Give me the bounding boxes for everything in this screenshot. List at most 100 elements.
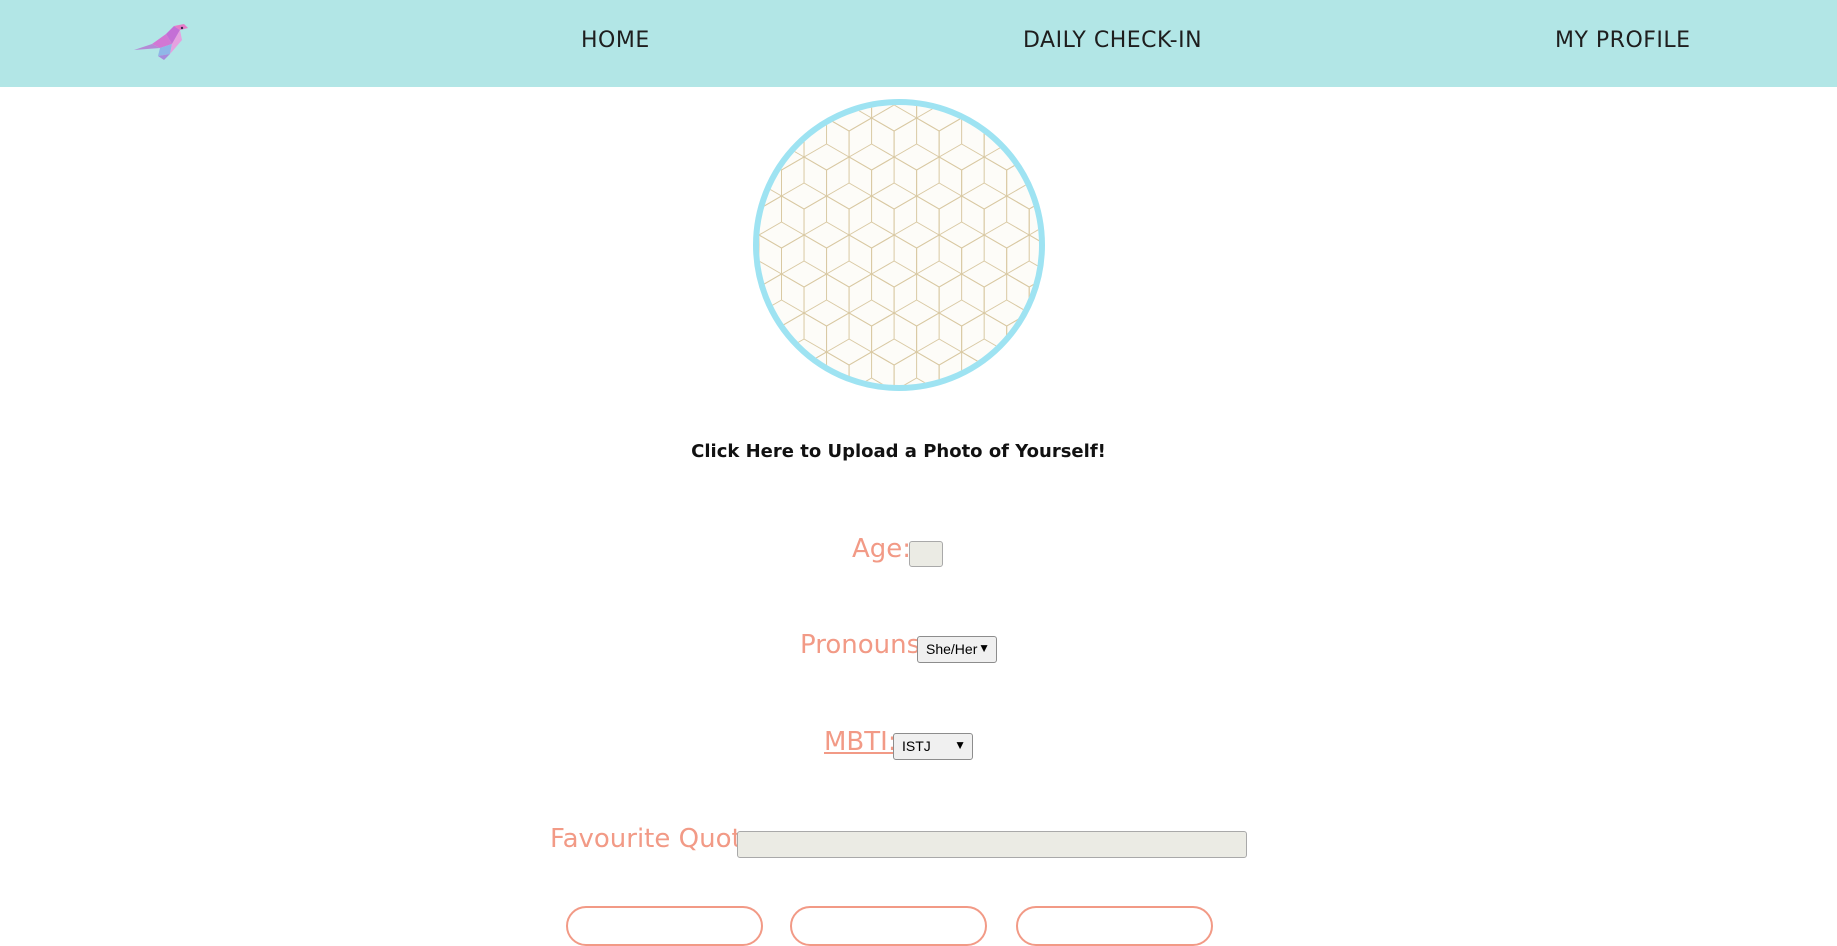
pattern-edge	[871, 143, 895, 158]
pattern-edge	[938, 299, 962, 314]
pattern-edge	[893, 260, 917, 275]
pattern-edge	[803, 299, 827, 314]
pattern-hexagon	[759, 351, 805, 385]
action-button-1[interactable]	[566, 906, 763, 946]
pattern-edge	[983, 182, 1007, 197]
pattern-edge	[848, 221, 872, 236]
pattern-edge	[983, 143, 1007, 158]
pattern-edge	[1028, 228, 1039, 236]
pattern-edge	[826, 143, 850, 158]
pattern-edge	[871, 299, 895, 314]
pattern-edge	[858, 377, 872, 385]
pattern-edge	[916, 182, 940, 197]
pattern-hexagon	[759, 117, 805, 171]
pattern-edge	[1006, 299, 1030, 314]
pattern-edge	[871, 260, 895, 275]
pattern-edge	[1006, 143, 1030, 158]
pronouns-selected-value: She/Her	[926, 641, 978, 657]
pattern-edge	[916, 105, 940, 119]
pattern-edge	[916, 338, 940, 353]
action-button-2[interactable]	[790, 906, 987, 946]
pattern-hexagon	[759, 312, 783, 366]
pattern-edge	[983, 338, 1007, 353]
pattern-hexagon	[1006, 234, 1039, 288]
pattern-hexagon	[759, 105, 783, 132]
pattern-edge	[781, 221, 805, 236]
pattern-edge	[759, 182, 782, 197]
pattern-edge	[848, 299, 872, 314]
pattern-edge	[938, 143, 962, 158]
pattern-edge	[893, 338, 917, 353]
pattern-edge	[961, 260, 985, 275]
pattern-edge	[848, 143, 872, 158]
age-input[interactable]	[909, 541, 943, 567]
pattern-edge	[871, 182, 895, 197]
pattern-edge	[961, 221, 985, 236]
pattern-edge	[848, 105, 872, 119]
pattern-hexagon	[871, 105, 918, 132]
pattern-edge	[1006, 338, 1030, 353]
upload-photo-link[interactable]: Click Here to Upload a Photo of Yourself…	[0, 441, 1797, 462]
pattern-edge	[916, 143, 940, 158]
pattern-edge	[1038, 384, 1039, 385]
pattern-edge	[893, 143, 917, 158]
pronouns-select[interactable]: She/Her ▼	[917, 636, 997, 663]
pronouns-label: Pronouns:	[800, 630, 929, 660]
pattern-edge	[938, 182, 962, 197]
pattern-edge	[983, 260, 1007, 275]
pattern-edge	[781, 377, 795, 385]
pattern-edge	[1028, 306, 1039, 314]
pattern-edge	[826, 260, 850, 275]
nav-daily-check-in-link[interactable]: DAILY CHECK-IN	[1023, 28, 1202, 53]
pattern-edge	[803, 338, 827, 353]
pattern-hexagon	[983, 117, 1030, 171]
favourite-quote-label: Favourite Quote:	[550, 824, 767, 854]
pattern-edge	[961, 338, 985, 353]
pattern-edge	[759, 338, 782, 353]
age-label: Age:	[852, 534, 912, 564]
pattern-edge	[803, 221, 827, 236]
mbti-link-label[interactable]: MBTI:	[824, 727, 897, 757]
pattern-edge	[781, 338, 805, 353]
pattern-edge	[1028, 182, 1039, 190]
pattern-edge	[916, 260, 940, 275]
pattern-edge	[1006, 105, 1030, 119]
pattern-edge	[871, 377, 885, 385]
pattern-edge	[993, 377, 1007, 385]
action-button-3[interactable]	[1016, 906, 1213, 946]
pattern-edge	[826, 377, 840, 385]
pattern-edge	[768, 377, 782, 385]
mbti-select[interactable]: ISTJ ▼	[893, 733, 973, 760]
pattern-hexagon	[826, 105, 873, 132]
chevron-down-icon: ▼	[954, 738, 966, 752]
pattern-edge	[893, 182, 917, 197]
top-navbar: HOME DAILY CHECK-IN MY PROFILE	[0, 0, 1837, 87]
pattern-edge	[826, 105, 850, 119]
pattern-edge	[803, 105, 827, 119]
pattern-hexagon	[781, 105, 828, 132]
pattern-edge	[983, 299, 1007, 314]
pattern-edge	[826, 299, 850, 314]
pattern-edge	[759, 260, 782, 275]
pattern-hexagon	[1028, 358, 1039, 385]
chevron-down-icon: ▼	[978, 641, 990, 655]
pattern-edge	[803, 260, 827, 275]
pattern-edge	[781, 182, 805, 197]
favourite-quote-input[interactable]	[737, 831, 1247, 858]
pattern-edge	[803, 182, 827, 197]
bird-logo-icon[interactable]	[132, 20, 190, 64]
nav-home-link[interactable]: HOME	[581, 28, 650, 53]
pattern-hexagon	[1006, 312, 1039, 366]
pattern-hexagon	[1028, 124, 1039, 164]
pattern-edge	[803, 143, 827, 158]
pattern-edge	[1006, 260, 1030, 275]
profile-photo-placeholder[interactable]	[753, 99, 1045, 391]
pattern-edge	[1006, 377, 1020, 385]
mbti-selected-value: ISTJ	[902, 738, 931, 754]
pattern-edge	[759, 299, 782, 314]
pattern-hexagon	[1028, 280, 1039, 320]
pattern-edge	[961, 143, 985, 158]
pattern-edge	[826, 221, 850, 236]
pattern-edge	[961, 299, 985, 314]
nav-my-profile-link[interactable]: MY PROFILE	[1555, 28, 1691, 53]
